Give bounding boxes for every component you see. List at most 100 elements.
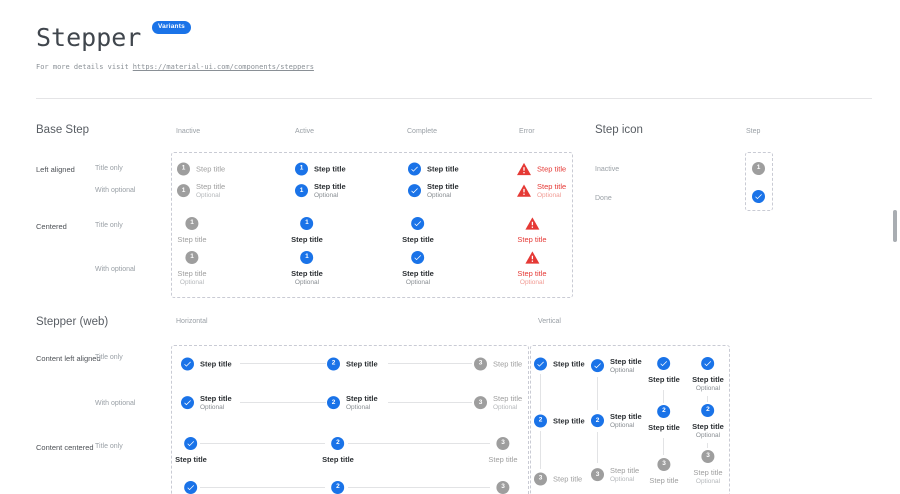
step-number-icon: 1 — [295, 163, 308, 176]
step-title: Step title — [517, 269, 546, 278]
step-number-icon: 1 — [295, 184, 308, 197]
check-icon — [534, 358, 547, 371]
step-number-icon: 2 — [331, 437, 344, 450]
step-number-icon: 1 — [177, 184, 190, 197]
step-title: Step title — [291, 269, 323, 278]
step-active-optional: 2 Step titleOptional — [327, 394, 378, 412]
step-title: Step title — [196, 165, 225, 174]
step-optional: Optional — [346, 404, 378, 412]
step-number-icon: 2 — [331, 481, 344, 494]
step-title: Step title — [610, 412, 642, 421]
step-title: Step title — [648, 375, 680, 384]
step-title: Step title — [537, 182, 566, 191]
step-complete-centered: Step title — [648, 357, 680, 384]
section-heading-stepper-web: Stepper (web) — [36, 316, 108, 328]
step-title: Step title — [346, 394, 378, 403]
step-inactive-centered: 3 Step title — [649, 458, 678, 485]
step-complete: Step title — [408, 163, 459, 176]
step-inactive-centered-optional: 3 Step title Optional — [693, 450, 722, 486]
base-step-panel — [171, 152, 573, 298]
row-sublabel-title-only: Title only — [95, 165, 123, 172]
docs-link[interactable]: https://material-ui.com/components/stepp… — [133, 63, 314, 71]
step-connector — [240, 402, 326, 403]
check-icon — [701, 357, 714, 370]
step-inactive-optional: 3 Step titleOptional — [591, 466, 639, 484]
step-active: 2 Step title — [327, 358, 378, 371]
step-inactive-centered-optional: 3 Step title — [488, 481, 517, 494]
error-icon — [525, 217, 539, 230]
step-active-centered-optional: 2 Step title — [322, 481, 354, 494]
section-heading-base-step: Base Step — [36, 124, 89, 136]
step-title: Step title — [493, 394, 522, 403]
step-optional: Optional — [493, 404, 522, 412]
step-number-icon: 1 — [186, 251, 199, 264]
step-connector — [707, 443, 708, 448]
step-complete-centered: Step title — [402, 217, 434, 244]
step-complete-centered-optional: Step title Optional — [402, 251, 434, 287]
step-optional: Optional — [696, 385, 720, 393]
scrollbar-thumb[interactable] — [893, 210, 897, 242]
row-sublabel-with-optional: With optional — [95, 400, 135, 407]
step-optional: Optional — [295, 279, 319, 287]
step-inactive-centered: 3 Step title — [488, 437, 517, 464]
step-optional: Optional — [610, 422, 642, 430]
row-sublabel-title-only: Title only — [95, 222, 123, 229]
step-title: Step title — [648, 423, 680, 432]
step-complete: Step title — [181, 358, 232, 371]
step-title: Step title — [553, 417, 585, 426]
step-title: Step title — [200, 394, 232, 403]
check-icon — [411, 251, 424, 264]
column-header-inactive: Inactive — [176, 128, 200, 135]
section-heading-step-icon: Step icon — [595, 124, 643, 136]
check-icon — [591, 359, 604, 372]
step-number-icon: 1 — [752, 162, 765, 175]
step-complete-optional: Step titleOptional — [181, 394, 232, 412]
step-title: Step title — [314, 182, 346, 191]
step-optional: Optional — [196, 192, 225, 200]
page-title: Stepper — [36, 25, 141, 50]
step-title: Step title — [553, 475, 582, 484]
step-connector — [240, 363, 326, 364]
check-icon — [184, 437, 197, 450]
step-optional: Optional — [406, 279, 430, 287]
step-title: Step title — [427, 182, 459, 191]
step-error-optional: Step titleOptional — [517, 182, 566, 200]
step-number-icon: 3 — [591, 468, 604, 481]
step-title: Step title — [196, 182, 225, 191]
step-active-optional: 2 Step titleOptional — [591, 412, 642, 430]
subtitle-text: For more details visit — [36, 63, 129, 71]
step-optional: Optional — [180, 279, 204, 287]
step-title: Step title — [402, 269, 434, 278]
step-active-centered-optional: 2 Step title Optional — [692, 404, 724, 440]
step-error-centered: Step title — [517, 217, 546, 244]
subtitle: For more details visit https://material-… — [36, 63, 314, 71]
row-label-content-left-aligned: Content left aligned — [36, 354, 101, 363]
step-connector — [200, 487, 325, 488]
step-connector — [348, 487, 490, 488]
step-optional: Optional — [610, 476, 639, 484]
step-connector — [663, 390, 664, 403]
step-number-icon: 3 — [474, 358, 487, 371]
step-number-icon: 3 — [497, 437, 510, 450]
step-active-centered: 1 Step title — [291, 217, 323, 244]
design-spec-page: Stepper Variants For more details visit … — [0, 0, 900, 494]
step-optional: Optional — [696, 478, 720, 486]
step-optional: Optional — [537, 192, 566, 200]
column-header-horizontal: Horizontal — [176, 318, 208, 325]
step-connector — [597, 377, 598, 410]
step-title: Step title — [537, 165, 566, 174]
step-inactive-centered: 1 Step title — [177, 217, 206, 244]
row-sublabel-with-optional: With optional — [95, 266, 135, 273]
step-error-centered-optional: Step title Optional — [517, 251, 546, 287]
step-number-icon: 2 — [701, 404, 714, 417]
step-optional: Optional — [610, 367, 642, 375]
check-icon — [184, 481, 197, 494]
step-active: 2 Step title — [534, 415, 585, 428]
step-optional: Optional — [200, 404, 232, 412]
error-icon — [517, 163, 531, 176]
step-optional: Optional — [427, 192, 459, 200]
variants-badge: Variants — [152, 21, 191, 34]
step-inactive-optional: 3 Step titleOptional — [474, 394, 522, 412]
step-number-icon: 3 — [534, 473, 547, 486]
step-number-icon: 2 — [327, 396, 340, 409]
